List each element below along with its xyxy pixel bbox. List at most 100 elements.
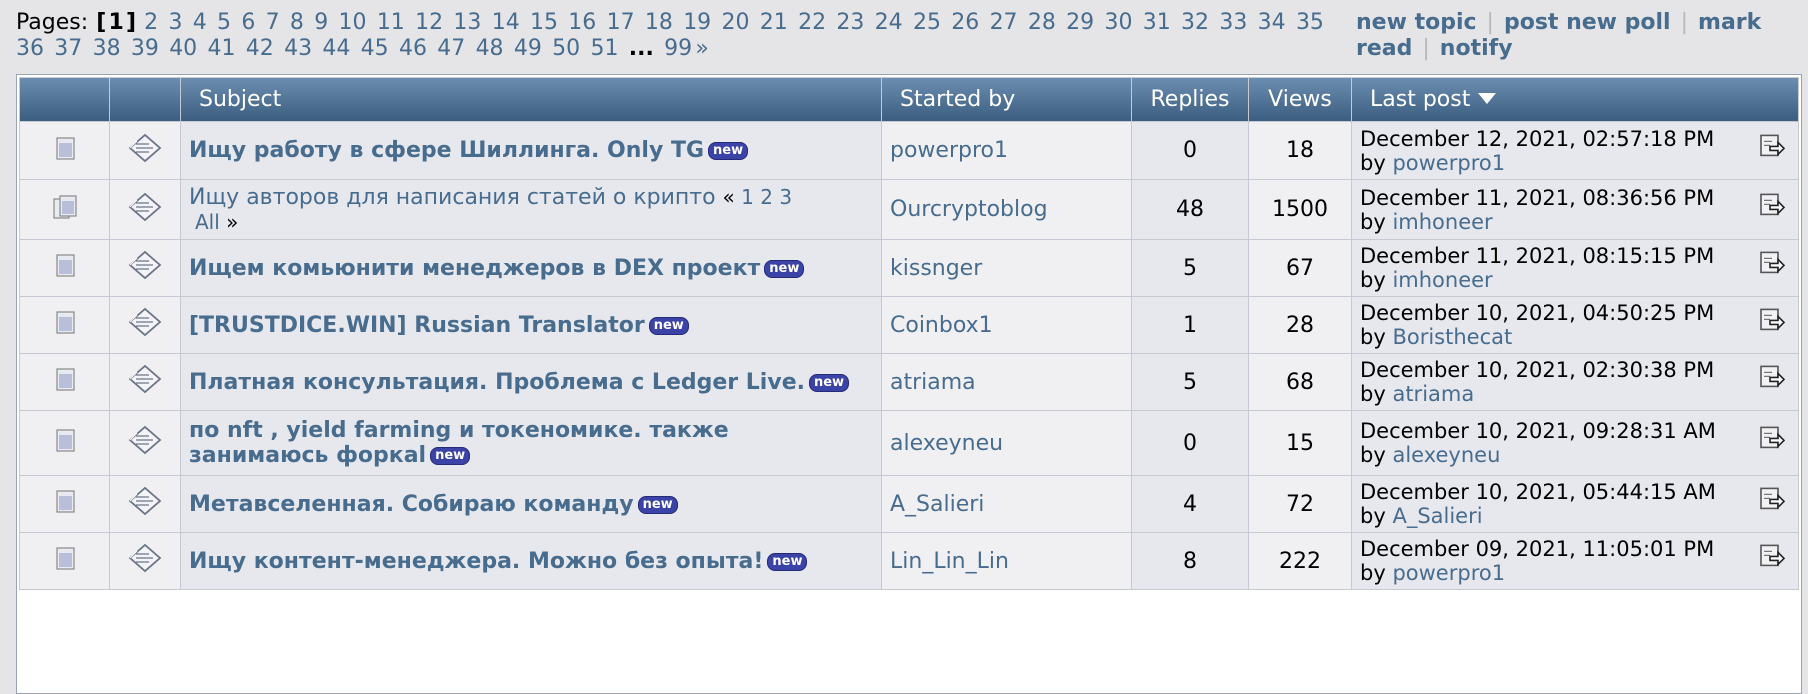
starter-link[interactable]: Ourcryptoblog	[890, 197, 1048, 222]
page-link[interactable]: 36	[16, 36, 44, 61]
page-link[interactable]: 19	[683, 10, 711, 35]
page-link[interactable]: 6	[241, 10, 255, 35]
page-link[interactable]: 7	[266, 10, 280, 35]
page-link[interactable]: 34	[1258, 10, 1286, 35]
page-link[interactable]: 45	[361, 36, 389, 61]
page-link[interactable]: 24	[875, 10, 903, 35]
last-post-icon[interactable]	[1758, 306, 1786, 337]
new-badge[interactable]: new	[708, 142, 749, 160]
last-post-icon[interactable]	[1758, 424, 1786, 455]
page-link[interactable]: 46	[399, 36, 427, 61]
header-subject[interactable]: Subject	[181, 78, 881, 121]
last-post-author-link[interactable]: powerpro1	[1392, 151, 1505, 175]
last-post-author-link[interactable]: A_Salieri	[1392, 504, 1482, 528]
last-post-icon[interactable]	[1758, 363, 1786, 394]
page-link[interactable]: 25	[913, 10, 941, 35]
page-link[interactable]: 10	[339, 10, 367, 35]
last-post-icon[interactable]	[1758, 249, 1786, 280]
topic-link[interactable]: Метавселенная. Собираю команду	[189, 492, 634, 517]
page-link[interactable]: 39	[131, 36, 159, 61]
last-post-icon[interactable]	[1758, 542, 1786, 573]
header-replies[interactable]: Replies	[1132, 78, 1248, 121]
topic-page-link[interactable]: 1	[741, 185, 754, 209]
page-link[interactable]: 30	[1104, 10, 1132, 35]
page-link[interactable]: 13	[453, 10, 481, 35]
page-link[interactable]: 44	[322, 36, 350, 61]
topic-page-all-link[interactable]: All	[195, 210, 220, 234]
page-link[interactable]: 29	[1066, 10, 1094, 35]
page-link[interactable]: 12	[415, 10, 443, 35]
next-page-link[interactable]: »	[695, 36, 708, 61]
new-badge[interactable]: new	[637, 495, 678, 514]
last-post-author-link[interactable]: imhoneer	[1392, 210, 1492, 234]
page-link[interactable]: 41	[207, 36, 235, 61]
page-link[interactable]: 16	[568, 10, 596, 35]
last-post-icon[interactable]	[1758, 191, 1786, 222]
new-badge[interactable]: new	[764, 259, 805, 278]
page-link[interactable]: 11	[377, 10, 405, 35]
new-topic-link[interactable]: new topic	[1356, 10, 1477, 35]
topic-page-link[interactable]: 3	[779, 185, 792, 209]
post-new-poll-link[interactable]: post new poll	[1504, 10, 1671, 35]
last-post-author-link[interactable]: powerpro1	[1392, 561, 1505, 585]
page-link[interactable]: 2	[144, 10, 158, 35]
topic-page-link[interactable]: 2	[760, 185, 773, 209]
starter-link[interactable]: kissnger	[890, 256, 982, 281]
topic-link[interactable]: Платная консультация. Проблема с Ledger …	[189, 370, 805, 395]
last-post-icon[interactable]	[1758, 485, 1786, 516]
starter-link[interactable]: Lin_Lin_Lin	[890, 549, 1009, 574]
last-post-author-link[interactable]: alexeyneu	[1392, 443, 1500, 467]
page-link[interactable]: 18	[645, 10, 673, 35]
page-link[interactable]: 48	[476, 36, 504, 61]
new-badge[interactable]: new	[767, 552, 808, 571]
last-post-icon[interactable]	[1758, 132, 1786, 163]
page-link[interactable]: 40	[169, 36, 197, 61]
page-link[interactable]: 32	[1181, 10, 1209, 35]
page-link[interactable]: 51	[590, 36, 618, 61]
last-post-author-link[interactable]: Boristhecat	[1392, 325, 1512, 349]
starter-link[interactable]: alexeyneu	[890, 431, 1003, 456]
page-link[interactable]: 22	[798, 10, 826, 35]
page-link[interactable]: 50	[552, 36, 580, 61]
page-link[interactable]: 33	[1219, 10, 1247, 35]
page-link[interactable]: 8	[290, 10, 304, 35]
new-badge[interactable]: new	[430, 447, 471, 465]
page-link[interactable]: 5	[217, 10, 231, 35]
page-link[interactable]: 17	[607, 10, 635, 35]
topic-link[interactable]: [TRUSTDICE.WIN] Russian Translator	[189, 313, 645, 338]
last-post-author-link[interactable]: imhoneer	[1392, 268, 1492, 292]
topic-link[interactable]: Ищем комьюнити менеджеров в DEX проект	[189, 256, 760, 281]
page-link[interactable]: 23	[836, 10, 864, 35]
new-badge[interactable]: new	[808, 373, 850, 392]
topic-link[interactable]: Ищу работу в сфере Шиллинга. Only TG	[189, 138, 704, 163]
topic-link[interactable]: Ищу авторов для написания статей о крипт…	[189, 185, 716, 210]
page-link[interactable]: 31	[1143, 10, 1171, 35]
page-link[interactable]: 14	[492, 10, 520, 35]
header-started-by[interactable]: Started by	[882, 78, 1131, 121]
page-link[interactable]: 27	[990, 10, 1018, 35]
page-link[interactable]: 43	[284, 36, 312, 61]
page-link[interactable]: 28	[1028, 10, 1056, 35]
page-link[interactable]: 38	[93, 36, 121, 61]
starter-link[interactable]: A_Salieri	[890, 492, 984, 517]
page-link[interactable]: 9	[314, 10, 328, 35]
topic-link[interactable]: Ищу контент-менеджера. Можно без опыта!	[189, 549, 763, 574]
page-link[interactable]: 37	[54, 36, 82, 61]
page-link[interactable]: 49	[514, 36, 542, 61]
page-link[interactable]: 35	[1296, 10, 1324, 35]
page-link[interactable]: 20	[721, 10, 749, 35]
page-link-last[interactable]: 99	[664, 36, 692, 61]
page-link[interactable]: 3	[168, 10, 182, 35]
page-link[interactable]: 42	[246, 36, 274, 61]
page-link[interactable]: 15	[530, 10, 558, 35]
header-views[interactable]: Views	[1249, 78, 1351, 121]
notify-link[interactable]: notify	[1440, 36, 1513, 61]
page-link[interactable]: 4	[193, 10, 207, 35]
page-link[interactable]: 47	[437, 36, 465, 61]
starter-link[interactable]: powerpro1	[890, 138, 1008, 163]
page-link[interactable]: 21	[760, 10, 788, 35]
new-badge[interactable]: new	[648, 316, 689, 335]
page-link[interactable]: 26	[951, 10, 979, 35]
starter-link[interactable]: atriama	[890, 370, 976, 395]
last-post-author-link[interactable]: atriama	[1392, 382, 1474, 406]
